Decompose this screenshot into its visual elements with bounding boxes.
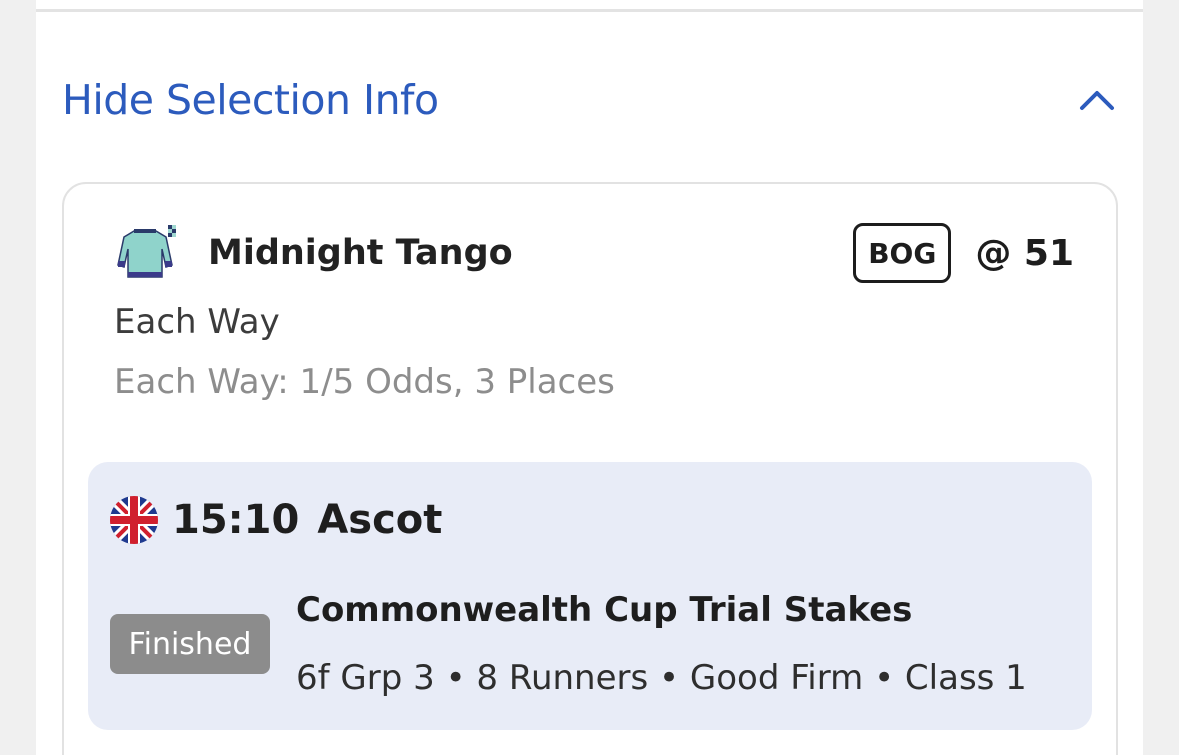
event-venue: Ascot xyxy=(317,497,443,543)
hide-selection-info-label: Hide Selection Info xyxy=(62,76,439,124)
hide-selection-info-toggle[interactable]: Hide Selection Info xyxy=(36,40,1143,160)
event-time: 15:10 xyxy=(172,497,300,543)
status-badge: Finished xyxy=(110,614,270,674)
event-header: 15:10 Ascot xyxy=(110,496,442,544)
race-details: 6f Grp 3 • 8 Runners • Good Firm • Class… xyxy=(296,658,1027,698)
chevron-up-icon[interactable] xyxy=(1077,80,1117,120)
runner-name: Midnight Tango xyxy=(208,233,513,273)
odds-value: @ 51 xyxy=(975,232,1074,274)
jockey-silks-icon xyxy=(114,225,176,281)
each-way-terms: Each Way: 1/5 Odds, 3 Places xyxy=(114,362,615,402)
bet-type: Each Way xyxy=(114,302,280,342)
selection-row: Midnight Tango BOG @ 51 xyxy=(114,218,1074,288)
race-name: Commonwealth Cup Trial Stakes xyxy=(296,590,913,630)
selection-card: Midnight Tango BOG @ 51 Each Way Each Wa… xyxy=(62,182,1118,755)
bet-receipt-panel: Hide Selection Info Midnight Tango BOG @… xyxy=(36,0,1143,755)
top-divider xyxy=(36,0,1143,12)
bog-badge: BOG xyxy=(853,223,952,283)
event-info-box: 15:10 Ascot Finished Commonwealth Cup Tr… xyxy=(88,462,1092,730)
uk-flag-icon xyxy=(110,496,158,544)
